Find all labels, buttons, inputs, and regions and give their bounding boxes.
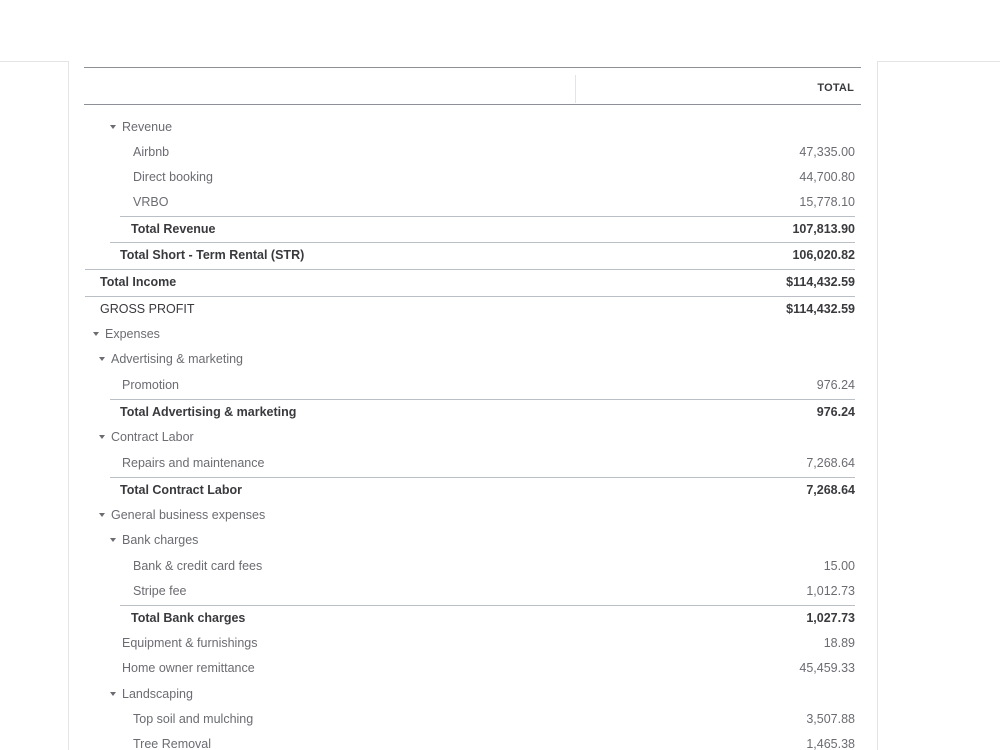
row-label: Landscaping [122,687,193,701]
report-rows: Revenue Airbnb 47,335.00 Direct booking … [0,0,1000,750]
account-row-direct-booking: Direct booking 44,700.80 [133,165,855,190]
total-row-income: Total Income $114,432.59 [85,269,855,295]
row-amount[interactable]: 7,268.64 [806,451,855,476]
row-amount[interactable]: 1,012.73 [806,579,855,604]
row-label: Expenses [105,327,160,341]
row-label: Revenue [122,120,173,134]
row-label: General business expenses [111,508,266,522]
account-row-tree-removal: Tree Removal 1,465.38 [133,732,855,750]
row-amount[interactable]: $114,432.59 [786,297,855,322]
row-label: Bank charges [122,533,199,547]
account-row-airbnb: Airbnb 47,335.00 [133,140,855,165]
caret-down-icon[interactable] [110,124,116,129]
row-label[interactable]: Promotion [122,373,179,398]
row-label[interactable]: Stripe fee [133,579,187,604]
row-label: Total Advertising & marketing [120,405,297,419]
row-label[interactable]: Bank & credit card fees [133,554,262,579]
account-row-stripe-fee: Stripe fee 1,012.73 [133,579,855,604]
caret-down-icon[interactable] [99,434,105,439]
account-row-bank-fees: Bank & credit card fees 15.00 [133,554,855,579]
caret-down-icon[interactable] [93,331,99,336]
section-row-contract-labor[interactable]: Contract Labor [99,425,855,450]
caret-down-icon[interactable] [99,356,105,361]
account-row-equipment: Equipment & furnishings 18.89 [122,631,855,656]
gross-profit-row: GROSS PROFIT $114,432.59 [85,296,855,322]
row-amount[interactable]: 976.24 [817,373,855,398]
row-amount[interactable]: $114,432.59 [786,270,855,295]
total-row-revenue: Total Revenue 107,813.90 [120,216,855,242]
row-amount[interactable]: 3,507.88 [806,707,855,732]
row-amount[interactable]: 47,335.00 [799,140,855,165]
account-row-repairs: Repairs and maintenance 7,268.64 [122,451,855,476]
row-amount[interactable]: 107,813.90 [792,217,855,242]
account-row-promotion: Promotion 976.24 [122,373,855,398]
section-row-general-business[interactable]: General business expenses [99,503,855,528]
caret-down-icon[interactable] [110,691,116,696]
row-amount[interactable]: 1,465.38 [806,732,855,750]
row-amount[interactable]: 18.89 [824,631,855,656]
section-row-bank-charges[interactable]: Bank charges [110,528,855,553]
row-amount[interactable]: 45,459.33 [799,656,855,681]
row-label: Total Contract Labor [120,483,242,497]
row-label: Total Short - Term Rental (STR) [120,248,305,262]
row-amount[interactable]: 15.00 [824,554,855,579]
caret-down-icon[interactable] [110,537,116,542]
row-amount[interactable]: 976.24 [817,400,855,425]
row-label: Contract Labor [111,430,194,444]
row-label[interactable]: VRBO [133,190,168,215]
row-label[interactable]: Repairs and maintenance [122,451,264,476]
total-row-bank-charges: Total Bank charges 1,027.73 [120,605,855,631]
section-row-landscaping[interactable]: Landscaping [110,682,855,707]
account-row-home-owner-remittance: Home owner remittance 45,459.33 [122,656,855,681]
section-row-expenses[interactable]: Expenses [93,322,855,347]
total-row-contract-labor: Total Contract Labor 7,268.64 [110,477,855,503]
total-row-advertising: Total Advertising & marketing 976.24 [110,399,855,425]
row-label[interactable]: Top soil and mulching [133,707,253,732]
row-amount[interactable]: 7,268.64 [806,478,855,503]
account-row-top-soil: Top soil and mulching 3,507.88 [133,707,855,732]
account-row-vrbo: VRBO 15,778.10 [133,190,855,215]
row-amount[interactable]: 1,027.73 [806,606,855,631]
row-label: Total Income [100,275,177,289]
row-label: Total Revenue [131,222,216,236]
row-label: Advertising & marketing [111,352,244,366]
row-amount[interactable]: 15,778.10 [799,190,855,215]
section-row-advertising[interactable]: Advertising & marketing [99,347,855,372]
row-label[interactable]: Tree Removal [133,732,211,750]
caret-down-icon[interactable] [99,512,105,517]
row-amount[interactable]: 106,020.82 [792,243,855,268]
row-label[interactable]: Home owner remittance [122,656,255,681]
row-label: Total Bank charges [131,611,246,625]
section-row-revenue[interactable]: Revenue [110,115,855,140]
row-label[interactable]: Equipment & furnishings [122,631,258,656]
row-label[interactable]: Airbnb [133,140,169,165]
total-row-short-term-rental: Total Short - Term Rental (STR) 106,020.… [110,242,855,268]
row-amount[interactable]: 44,700.80 [799,165,855,190]
row-label[interactable]: Direct booking [133,165,213,190]
row-label: GROSS PROFIT [100,302,195,316]
